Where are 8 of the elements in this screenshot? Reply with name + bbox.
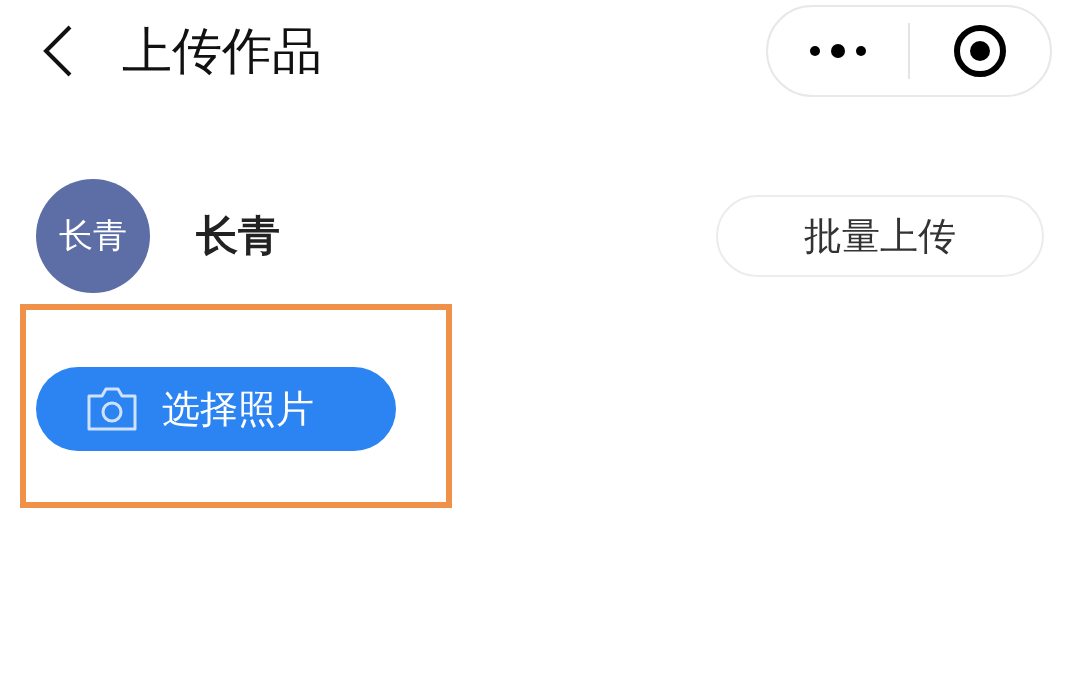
user-name: 长青 bbox=[196, 210, 281, 262]
page-title: 上传作品 bbox=[122, 20, 323, 82]
select-photo-button[interactable]: 选择照片 bbox=[36, 367, 396, 451]
more-icon bbox=[809, 43, 867, 59]
target-icon bbox=[953, 24, 1007, 78]
batch-upload-button[interactable]: 批量上传 bbox=[716, 195, 1044, 277]
avatar: 长青 bbox=[36, 179, 150, 293]
camera-icon bbox=[86, 386, 138, 432]
